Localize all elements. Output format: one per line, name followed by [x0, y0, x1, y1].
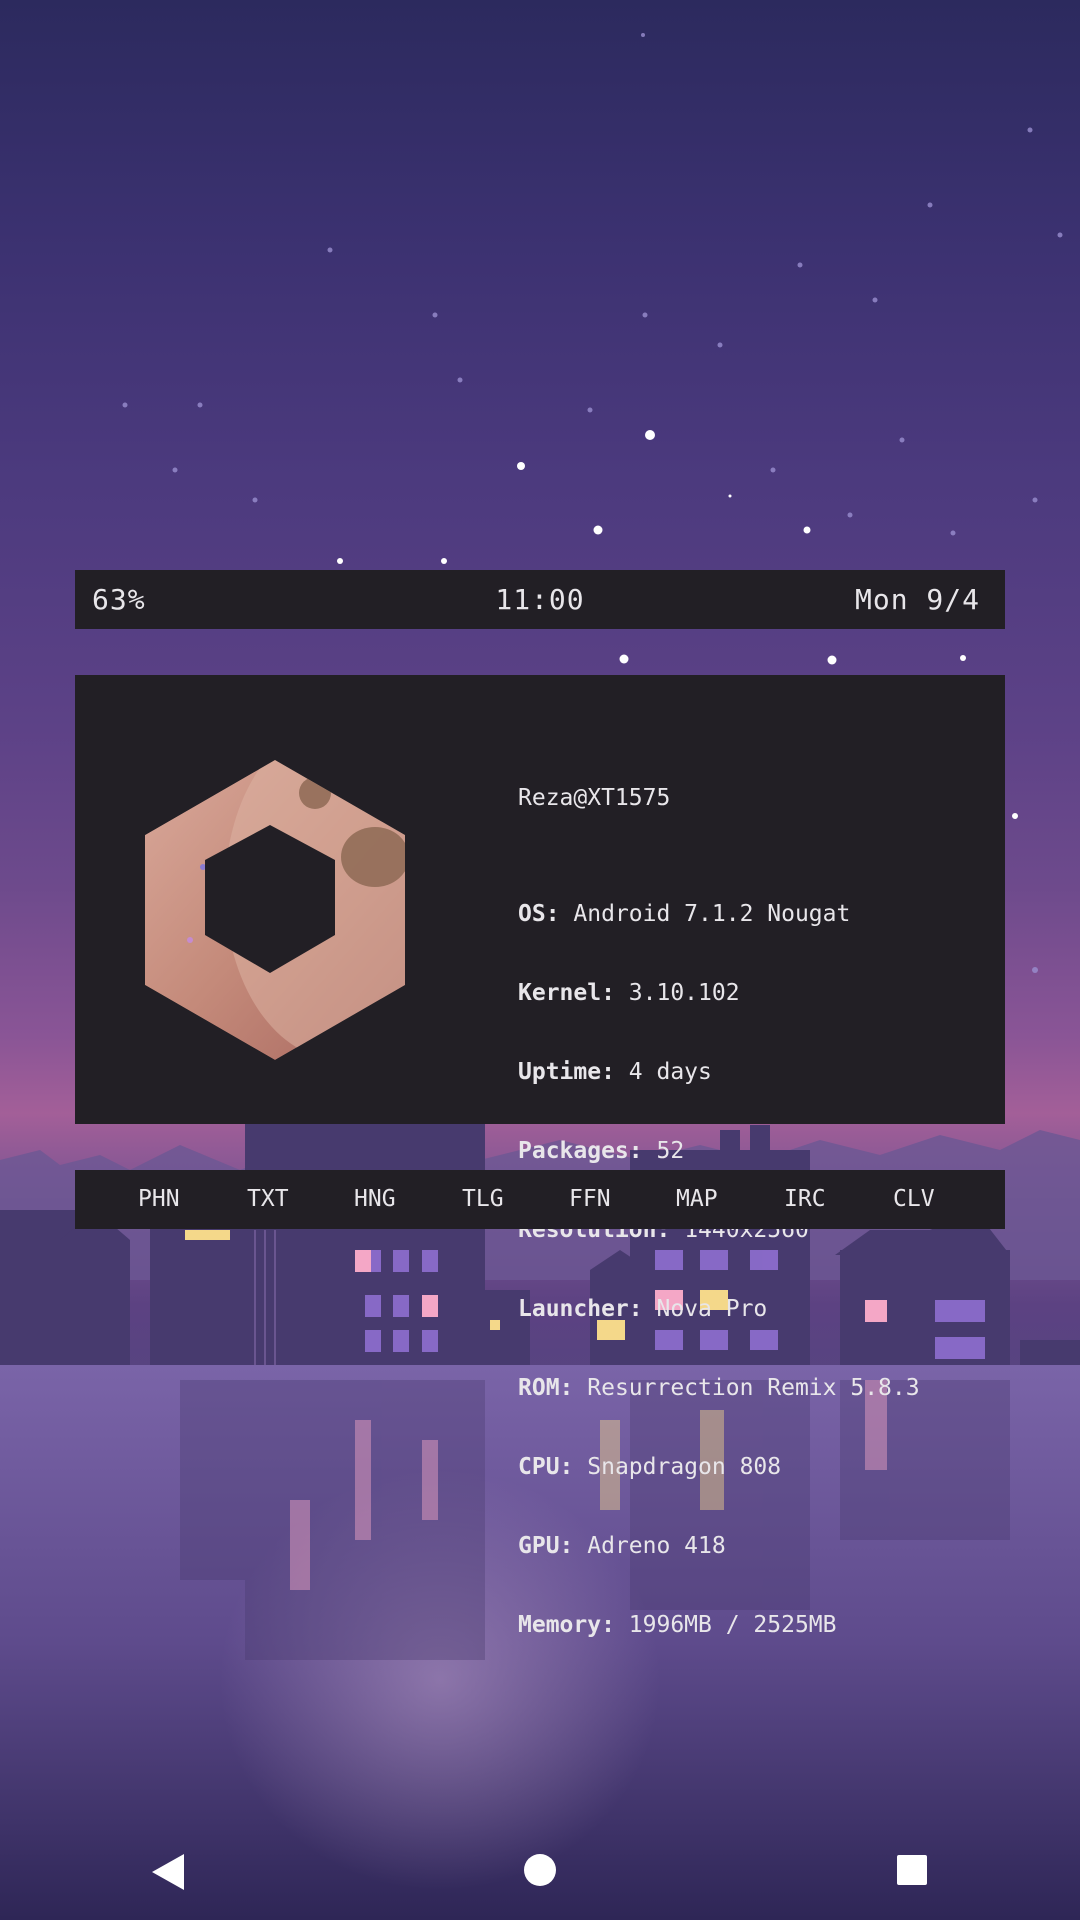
- date-label[interactable]: Mon 9/4: [855, 570, 980, 629]
- info-value: Snapdragon 808: [587, 1453, 782, 1480]
- home-circle-icon[interactable]: [524, 1854, 556, 1886]
- hexagon-moon-logo-icon: [145, 760, 405, 1060]
- info-key: Uptime:: [518, 1059, 615, 1086]
- info-row-rom: ROM: Resurrection Remix 5.8.3: [518, 1375, 920, 1401]
- back-triangle-icon[interactable]: [150, 1852, 186, 1892]
- dock-item-phn[interactable]: PHN: [138, 1170, 180, 1229]
- info-row-memory: Memory: 1996MB / 2525MB: [518, 1612, 920, 1638]
- info-key: Packages:: [518, 1138, 643, 1165]
- info-row-kernel: Kernel: 3.10.102: [518, 980, 920, 1006]
- status-widget: 63% 11:00 Mon 9/4: [75, 570, 1005, 629]
- info-row-cpu: CPU: Snapdragon 808: [518, 1454, 920, 1480]
- dock-item-hng[interactable]: HNG: [354, 1170, 396, 1229]
- info-row-uptime: Uptime: 4 days: [518, 1059, 920, 1085]
- navigation-bar: [0, 1830, 1080, 1920]
- info-value: 4 days: [628, 1059, 712, 1086]
- info-key: OS:: [518, 901, 560, 928]
- info-value: 1996MB / 2525MB: [628, 1611, 837, 1638]
- info-value: 52: [656, 1138, 685, 1165]
- home-screen: 63% 11:00 Mon 9/4 Reza@XT1575 OS: Androi…: [0, 0, 1080, 1920]
- dock-item-clv[interactable]: CLV: [893, 1170, 935, 1229]
- info-value: Adreno 418: [587, 1532, 726, 1559]
- info-value: Nova Pro: [656, 1295, 768, 1322]
- user-host: Reza@XT1575: [518, 784, 671, 811]
- info-key: ROM:: [518, 1374, 574, 1401]
- recents-square-icon[interactable]: [897, 1855, 927, 1885]
- info-row-gpu: GPU: Adreno 418: [518, 1533, 920, 1559]
- dock-item-tlg[interactable]: TLG: [462, 1170, 504, 1229]
- info-row-os: OS: Android 7.1.2 Nougat: [518, 901, 920, 927]
- info-key: Memory:: [518, 1611, 615, 1638]
- dock-item-txt[interactable]: TXT: [247, 1170, 289, 1229]
- info-value: 3.10.102: [628, 980, 740, 1007]
- info-row-launcher: Launcher: Nova Pro: [518, 1296, 920, 1322]
- dock-item-ffn[interactable]: FFN: [569, 1170, 611, 1229]
- info-key: GPU:: [518, 1532, 574, 1559]
- info-value: Android 7.1.2 Nougat: [573, 901, 851, 928]
- dock-item-map[interactable]: MAP: [676, 1170, 718, 1229]
- app-dock: PHN TXT HNG TLG FFN MAP IRC CLV: [75, 1170, 1005, 1229]
- dock-item-irc[interactable]: IRC: [784, 1170, 826, 1229]
- info-key: Kernel:: [518, 980, 615, 1007]
- info-key: CPU:: [518, 1453, 574, 1480]
- info-key: Launcher:: [518, 1295, 643, 1322]
- info-value: Resurrection Remix 5.8.3: [587, 1374, 920, 1401]
- info-row-packages: Packages: 52: [518, 1138, 920, 1164]
- sysinfo-widget: Reza@XT1575 OS: Android 7.1.2 Nougat Ker…: [75, 675, 1005, 1638]
